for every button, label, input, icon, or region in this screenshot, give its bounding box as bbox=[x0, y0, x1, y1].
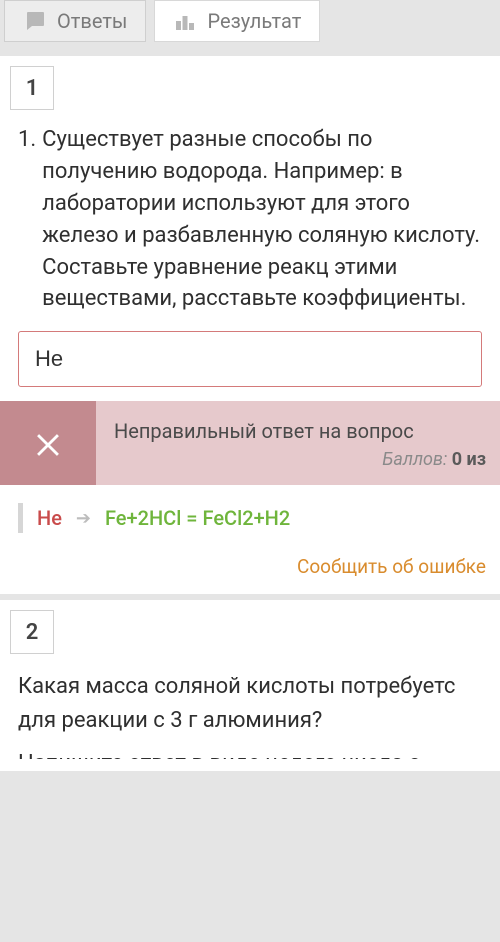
question-number-badge: 1 bbox=[10, 66, 54, 110]
points-label: Баллов: bbox=[382, 449, 447, 470]
wrong-icon bbox=[0, 401, 96, 485]
tab-result[interactable]: Результат bbox=[154, 0, 320, 42]
tab-result-label: Результат bbox=[207, 9, 301, 33]
answer-input[interactable] bbox=[18, 331, 482, 387]
arrow-right-icon: ➔ bbox=[76, 508, 91, 529]
question-content: Существует разные способы по получению в… bbox=[42, 124, 482, 315]
question-hint-cut: Напишите ответ в виде целого числа с bbox=[0, 739, 500, 759]
question-card-1: 1 1. Существует разные способы по получе… bbox=[0, 56, 500, 594]
chat-icon bbox=[23, 9, 47, 33]
tabs-bar: Ответы Результат bbox=[0, 0, 500, 50]
question-text: 1. Существует разные способы по получени… bbox=[18, 124, 482, 315]
feedback-title: Неправильный ответ на вопрос bbox=[114, 419, 486, 443]
points-value: 0 из bbox=[452, 449, 486, 470]
question-list-number: 1. bbox=[18, 124, 36, 315]
correction-row: Не ➔ Fe+2HCl = FeCl2+H2 bbox=[0, 485, 500, 543]
tab-answers[interactable]: Ответы bbox=[4, 0, 146, 42]
question-card-2: 2 Какая масса соляной кислоты потребуетс… bbox=[0, 600, 500, 770]
feedback-points: Баллов: 0 из bbox=[114, 449, 486, 470]
feedback-banner: Неправильный ответ на вопрос Баллов: 0 и… bbox=[0, 401, 500, 485]
podium-icon bbox=[173, 9, 197, 33]
question-number-badge: 2 bbox=[10, 610, 54, 654]
correct-answer: Fe+2HCl = FeCl2+H2 bbox=[105, 506, 290, 530]
report-error-link[interactable]: Сообщить об ошибке bbox=[0, 543, 500, 582]
correction-marker bbox=[18, 503, 23, 533]
question-text: Какая масса соляной кислоты потребуетс д… bbox=[18, 670, 482, 738]
user-answer: Не bbox=[37, 506, 62, 530]
tab-answers-label: Ответы bbox=[57, 9, 127, 33]
